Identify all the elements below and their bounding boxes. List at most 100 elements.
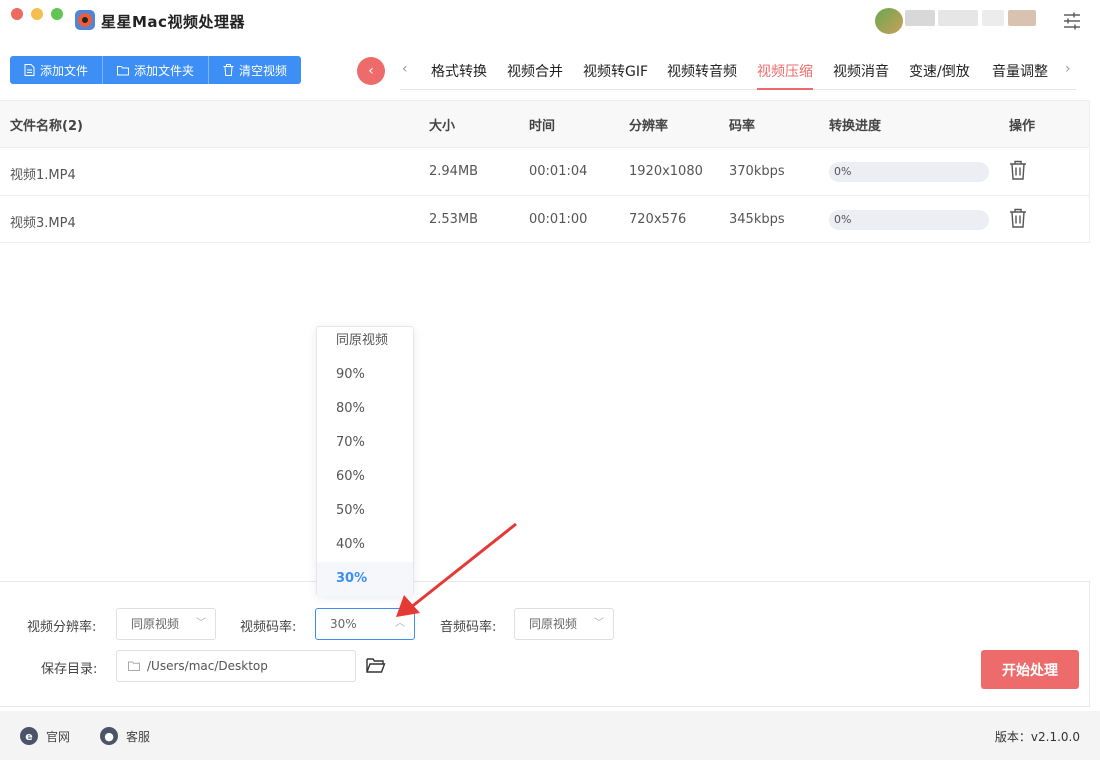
progress-bar: 0% — [829, 210, 989, 230]
add-folder-label: 添加文件夹 — [134, 63, 195, 78]
blurred-username-part — [938, 10, 978, 26]
add-folder-button[interactable]: 添加文件夹 — [103, 56, 210, 84]
header-filename: 文件名称(2) — [10, 119, 83, 134]
cell-bitrate: 370kbps — [729, 164, 785, 179]
video-bitrate-label: 视频码率: — [240, 620, 297, 635]
dropdown-option[interactable]: 60% — [317, 460, 413, 494]
open-folder-icon[interactable] — [366, 657, 386, 674]
settings-panel — [0, 581, 1090, 707]
cell-filename: 视频1.MP4 — [10, 168, 76, 183]
folder-icon — [117, 65, 130, 75]
cell-time: 00:01:04 — [529, 164, 588, 179]
tab-video-mute[interactable]: 视频消音 — [833, 61, 889, 81]
trash-icon — [223, 64, 234, 76]
tab-volume-adjust[interactable]: 音量调整 — [992, 61, 1048, 81]
add-file-button[interactable]: 添加文件 — [10, 56, 104, 84]
table-header: 文件名称(2) 大小 时间 分辨率 码率 转换进度 操作 — [0, 101, 1089, 148]
header-bitrate: 码率 — [729, 119, 756, 134]
chat-bubble-icon: ● — [100, 727, 118, 745]
cell-bitrate: 345kbps — [729, 212, 785, 227]
audio-bitrate-select[interactable]: 同原视频 ﹀ — [514, 608, 614, 640]
save-directory-label: 保存目录: — [41, 662, 98, 677]
app-window: 星星Mac视频处理器 添加文件 添加文件夹 清空视频 ‹ ‹ 格式转换 视频合并… — [0, 0, 1100, 760]
version-text: 版本：v2.1.0.0 — [994, 730, 1080, 744]
close-window-button[interactable] — [11, 8, 23, 20]
header-operations: 操作 — [1009, 119, 1036, 134]
tab-speed-reverse[interactable]: 变速/倒放 — [909, 61, 970, 81]
tab-video-merge[interactable]: 视频合并 — [507, 61, 563, 81]
header-size: 大小 — [429, 119, 456, 134]
header-resolution: 分辨率 — [629, 119, 669, 134]
back-circle-button[interactable]: ‹ — [357, 57, 385, 85]
minimize-window-button[interactable] — [31, 8, 43, 20]
video-bitrate-select[interactable]: 30% ︿ — [315, 608, 415, 640]
header-time: 时间 — [529, 119, 556, 134]
cell-filename: 视频3.MP4 — [10, 216, 76, 231]
table-row[interactable]: 视频3.MP4 2.53MB 00:01:00 720x576 345kbps … — [0, 196, 1089, 244]
tab-video-to-audio[interactable]: 视频转音频 — [667, 61, 737, 81]
dropdown-option[interactable]: 40% — [317, 528, 413, 562]
dropdown-option[interactable]: 同原视频 — [317, 324, 413, 358]
support-link[interactable]: ● 客服 — [100, 727, 150, 745]
progress-text: 0% — [834, 165, 852, 178]
clear-videos-label: 清空视频 — [239, 63, 288, 78]
function-tabs: ‹ 格式转换 视频合并 视频转GIF 视频转音频 视频压缩 视频消音 变速/倒放… — [400, 52, 1076, 90]
file-table: 文件名称(2) 大小 时间 分辨率 码率 转换进度 操作 视频1.MP4 2.9… — [0, 100, 1090, 243]
delete-trash-icon[interactable] — [1009, 208, 1027, 228]
footer-bar: e 官网 ● 客服 版本：v2.1.0.0 — [0, 711, 1100, 760]
video-resolution-label: 视频分辨率: — [27, 620, 97, 635]
clear-videos-button[interactable]: 清空视频 — [209, 56, 302, 84]
video-resolution-select[interactable]: 同原视频 ﹀ — [116, 608, 216, 640]
chevron-down-icon: ﹀ — [594, 618, 604, 629]
app-logo-icon — [75, 10, 95, 30]
dropdown-option[interactable]: 90% — [317, 358, 413, 392]
chevron-down-icon: ﹀ — [196, 618, 206, 629]
cell-resolution: 720x576 — [629, 212, 687, 227]
table-row[interactable]: 视频1.MP4 2.94MB 00:01:04 1920x1080 370kbp… — [0, 148, 1089, 196]
support-label: 客服 — [126, 729, 151, 744]
active-tab-indicator — [757, 88, 813, 90]
cell-size: 2.94MB — [429, 164, 479, 179]
chevron-left-icon: ‹ — [368, 63, 374, 79]
tab-format-convert[interactable]: 格式转换 — [431, 61, 487, 81]
ie-globe-icon: e — [20, 727, 38, 745]
blurred-username — [905, 10, 935, 26]
header-progress: 转换进度 — [829, 119, 882, 134]
cell-resolution: 1920x1080 — [629, 164, 703, 179]
avatar[interactable] — [875, 8, 903, 34]
zoom-window-button[interactable] — [51, 8, 63, 20]
progress-text: 0% — [834, 213, 852, 226]
file-icon — [24, 64, 35, 76]
cell-size: 2.53MB — [429, 212, 479, 227]
video-bitrate-dropdown: 同原视频 90% 80% 70% 60% 50% 40% 30% — [316, 326, 414, 596]
website-link[interactable]: e 官网 — [20, 727, 70, 745]
tab-video-compress[interactable]: 视频压缩 — [757, 61, 813, 81]
add-file-label: 添加文件 — [40, 63, 89, 78]
dropdown-option[interactable]: 70% — [317, 426, 413, 460]
blurred-username-part — [1008, 10, 1036, 26]
tabs-scroll-right-icon[interactable]: › — [1065, 61, 1071, 77]
app-title: 星星Mac视频处理器 — [101, 13, 245, 31]
video-resolution-value: 同原视频 — [131, 617, 180, 631]
file-toolbar: 添加文件 添加文件夹 清空视频 — [10, 56, 302, 84]
folder-icon — [128, 661, 140, 671]
save-directory-field[interactable]: /Users/mac/Desktop — [116, 650, 356, 682]
save-directory-path: /Users/mac/Desktop — [147, 659, 268, 673]
dropdown-option[interactable]: 50% — [317, 494, 413, 528]
blurred-username-part — [982, 10, 1004, 26]
settings-sliders-icon[interactable] — [1062, 12, 1082, 30]
delete-trash-icon[interactable] — [1009, 160, 1027, 180]
start-processing-button[interactable]: 开始处理 — [981, 650, 1079, 689]
video-bitrate-value: 30% — [330, 617, 357, 631]
progress-bar: 0% — [829, 162, 989, 182]
chevron-up-icon: ︿ — [395, 618, 405, 629]
tabs-scroll-left-icon[interactable]: ‹ — [402, 61, 408, 77]
audio-bitrate-value: 同原视频 — [529, 617, 578, 631]
website-label: 官网 — [46, 729, 71, 744]
tab-video-to-gif[interactable]: 视频转GIF — [583, 61, 648, 81]
audio-bitrate-label: 音频码率: — [440, 620, 497, 635]
cell-time: 00:01:00 — [529, 212, 588, 227]
dropdown-option[interactable]: 80% — [317, 392, 413, 426]
dropdown-option-selected[interactable]: 30% — [317, 562, 413, 596]
title-bar: 星星Mac视频处理器 — [0, 0, 1100, 44]
